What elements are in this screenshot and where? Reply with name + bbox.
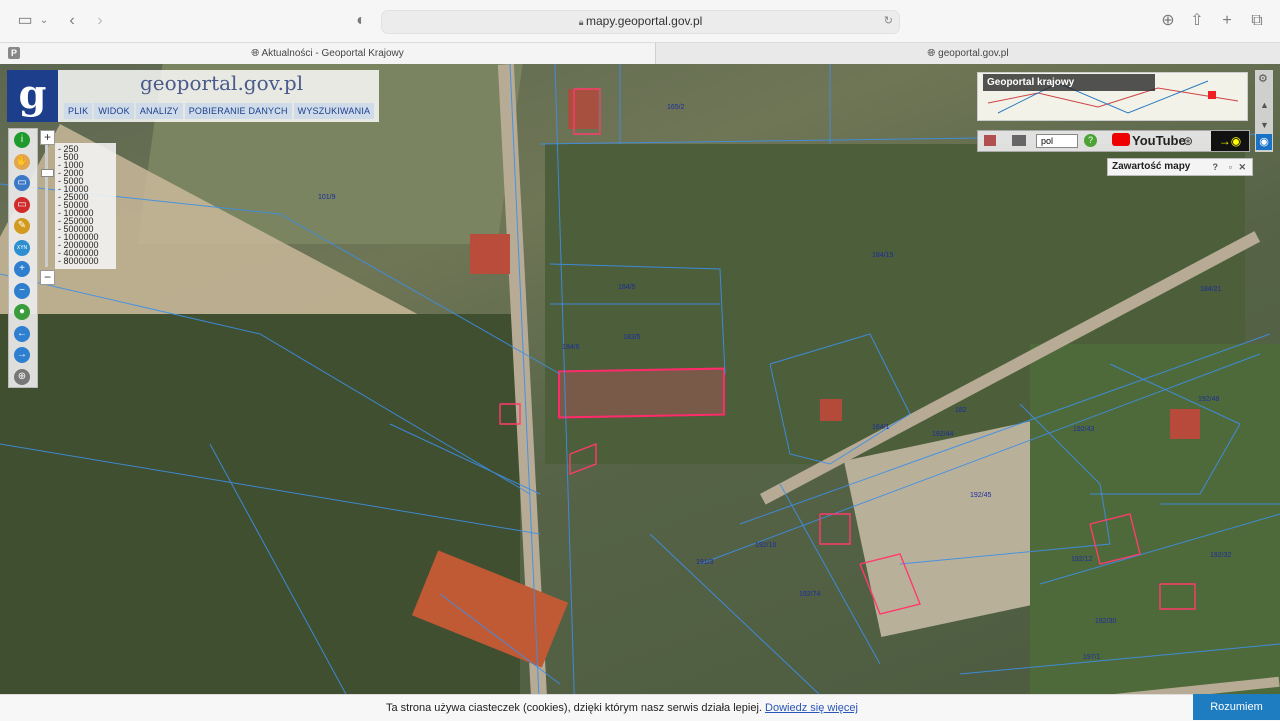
back-icon[interactable]: ‹: [64, 11, 80, 31]
minimap-title: Geoportal krajowy: [983, 74, 1155, 91]
browser-toolbar: ▭ ⌄ ‹ › ◐ 🔒︎ mapy.geoportal.gov.pl ↻ ⊕ ⇧…: [0, 0, 1280, 43]
scale-list: - 250- 500- 1000- 2000- 5000- 10000- 250…: [55, 143, 116, 269]
parcel-label: 182: [955, 407, 967, 414]
menu-wyszukiwania[interactable]: WYSZUKIWANIA: [293, 103, 375, 119]
parcel-label: 192/74: [799, 591, 821, 598]
parcel-label: 192/44: [932, 431, 954, 438]
parcel-label: 183/5: [623, 334, 641, 341]
scroll-down-icon[interactable]: ▼: [1260, 120, 1269, 130]
zoom-slider-handle[interactable]: [41, 169, 54, 177]
favicon-icon: 🌐︎: [251, 48, 262, 59]
parcel-label: 165/2: [667, 104, 685, 111]
menu-widok[interactable]: WIDOK: [94, 103, 134, 119]
parcel-label: 192/45: [970, 492, 992, 499]
favicon-icon: 🌐︎: [927, 48, 939, 59]
youtube-play-icon: [1112, 133, 1130, 146]
eye-icon[interactable]: ◉: [1256, 134, 1272, 150]
tab-label: Aktualności - Geoportal Krajowy: [261, 48, 404, 59]
select-rect-icon[interactable]: ▭: [14, 175, 30, 191]
tab-overview-icon[interactable]: ⧉: [1248, 11, 1266, 31]
url-text: mapy.geoportal.gov.pl: [586, 14, 703, 28]
parcel-label: 192/48: [1198, 396, 1220, 403]
arrow-forward-icon[interactable]: →: [14, 347, 30, 363]
print-icon[interactable]: [984, 135, 996, 146]
xy-coordinate-icon[interactable]: XYN: [14, 239, 30, 256]
right-vertical-tools: ⚙ ▲ ▼ ◉: [1255, 70, 1273, 152]
cookie-more-link[interactable]: Dowiedz się więcej: [765, 702, 858, 714]
pencil-icon[interactable]: ✎: [14, 218, 30, 234]
parcel-label: 192/43: [1073, 426, 1095, 433]
parcel-label: 192/30: [1095, 618, 1117, 625]
keyboard-icon[interactable]: [1012, 135, 1026, 146]
new-tab-icon[interactable]: +: [1218, 11, 1236, 31]
help-icon[interactable]: ?: [1084, 134, 1097, 147]
youtube-link[interactable]: YouTube: [1132, 133, 1186, 148]
panel-minimize-icon[interactable]: ▫: [1229, 159, 1232, 175]
cookie-bar: Ta strona używa ciasteczek (cookies), dz…: [0, 694, 1280, 721]
pan-hand-icon[interactable]: ✋: [14, 153, 30, 170]
zoom-out-button[interactable]: −: [40, 270, 55, 285]
cookie-message: Ta strona używa ciasteczek (cookies), dz…: [386, 702, 762, 714]
parcel-label: 192/32: [1210, 552, 1232, 559]
parcel-label: 192/12: [1071, 556, 1093, 563]
tab-strip: 🌐︎ Aktualności - Geoportal Krajowy 🌐︎ ge…: [0, 43, 1280, 65]
language-select[interactable]: pol: [1036, 134, 1078, 148]
scale-option[interactable]: - 8000000: [58, 257, 116, 266]
pinned-badge[interactable]: P: [8, 47, 20, 59]
menu-plik[interactable]: PLIK: [64, 103, 93, 119]
parcel-label: 192/10: [755, 542, 777, 549]
delete-select-icon[interactable]: ▭: [14, 196, 30, 213]
lock-icon: 🔒︎: [578, 17, 586, 27]
zoom-slider-track[interactable]: [45, 145, 48, 267]
chevron-down-icon[interactable]: ⌄: [38, 11, 50, 31]
panel-close-icon[interactable]: ✕: [1238, 159, 1246, 175]
map-content-panel[interactable]: Zawartość mapy ? ▫ ✕: [1107, 158, 1253, 176]
download-icon[interactable]: ⊕: [1159, 11, 1177, 31]
tab-label: geoportal.gov.pl: [938, 48, 1009, 59]
sidebar-toggle-icon[interactable]: ▭: [16, 11, 34, 31]
map-canvas[interactable]: 165/2 101/9 184/5 183/5 184/19 184/21 19…: [0, 64, 1280, 720]
parcel-boundaries: [0, 64, 1280, 720]
forward-icon[interactable]: ›: [92, 11, 108, 31]
info-icon[interactable]: i: [14, 132, 30, 148]
map-content-title: Zawartość mapy: [1112, 161, 1191, 172]
arrow-back-icon[interactable]: ←: [14, 325, 30, 342]
reload-icon[interactable]: ↻: [884, 14, 893, 27]
zoom-out-icon[interactable]: −: [14, 282, 30, 299]
parcel-label: 164/1: [872, 424, 890, 431]
parcel-label: 197/1: [1083, 654, 1101, 661]
globe-icon[interactable]: ●: [14, 304, 30, 320]
parcel-label: 184/21: [1200, 286, 1222, 293]
parcel-label: 101/9: [318, 194, 336, 201]
zoom-in-button[interactable]: +: [40, 130, 55, 145]
zoom-in-icon[interactable]: +: [14, 261, 30, 277]
address-bar[interactable]: 🔒︎ mapy.geoportal.gov.pl ↻: [381, 10, 900, 34]
privacy-shield-icon[interactable]: ◐: [353, 11, 369, 31]
main-menu: PLIK WIDOK ANALIZY POBIERANIE DANYCH WYSZUKI…: [64, 101, 376, 119]
parcel-label: 184/6: [562, 344, 580, 351]
cookie-accept-button[interactable]: Rozumiem: [1193, 694, 1280, 720]
share-icon[interactable]: ⇧: [1188, 11, 1206, 31]
geoportal-logo-icon: g: [7, 70, 58, 122]
panel-help-icon[interactable]: ?: [1213, 159, 1219, 175]
parcel-label: 191/3: [696, 559, 714, 566]
tab-geoportal[interactable]: 🌐︎ geoportal.gov.pl: [656, 43, 1280, 64]
extent-icon[interactable]: ⊕: [14, 368, 30, 385]
contrast-toggle-icon[interactable]: →◉: [1211, 131, 1249, 151]
parcel-label: 184/5: [618, 284, 636, 291]
tab-aktualnosci[interactable]: 🌐︎ Aktualności - Geoportal Krajowy: [0, 43, 656, 64]
menu-analizy[interactable]: ANALIZY: [135, 103, 183, 119]
settings-gear-icon[interactable]: ⚙: [1258, 72, 1268, 85]
parcel-label: 184/19: [872, 252, 894, 259]
logo-text: geoportal.gov.pl: [140, 71, 304, 95]
scroll-up-icon[interactable]: ▲: [1260, 100, 1269, 110]
menu-pobieranie-danych[interactable]: POBIERANIE DANYCH: [184, 103, 292, 119]
